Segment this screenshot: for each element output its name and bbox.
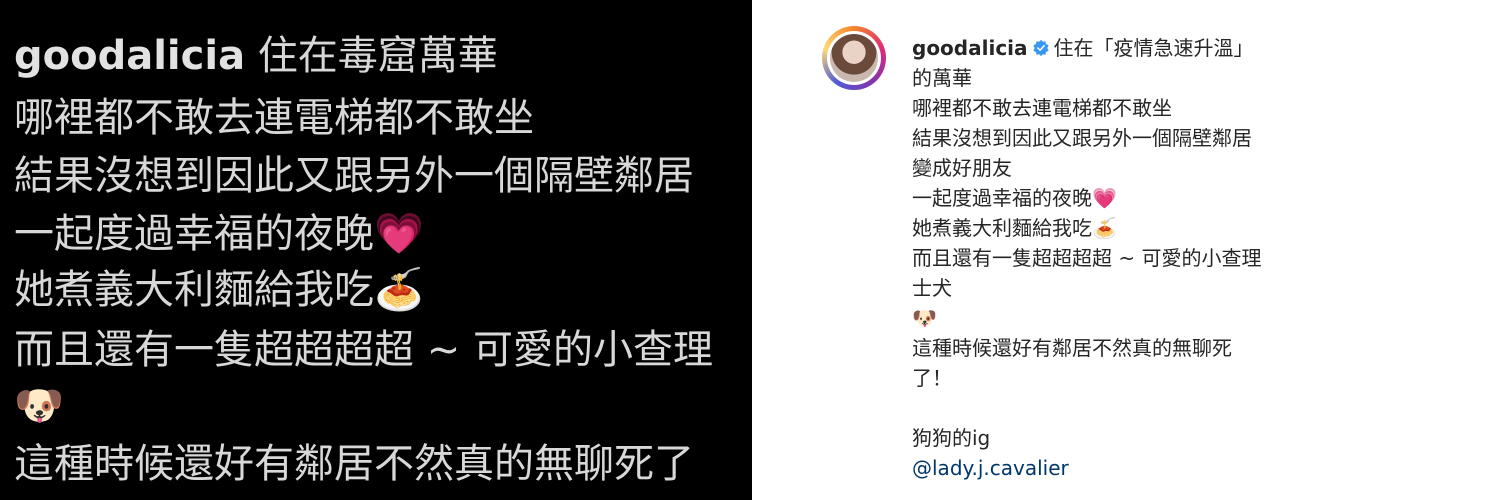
zoomed-caption-text: 住在毒窟萬華 bbox=[257, 33, 498, 79]
caption-row-10: 🐶 bbox=[912, 303, 1352, 333]
zoomed-caption-line-8: 這種時候還好有鄰居不然真的無聊死了 bbox=[14, 441, 694, 487]
caption-row-8: 而且還有一隻超超超超 ~ 可愛的小查理 bbox=[912, 246, 1262, 270]
zoomed-caption-line-6: 而且還有一隻超超超超 ~ 可愛的小查理 bbox=[14, 327, 713, 373]
zoomed-caption-line-1: goodalicia 住在毒窟萬華 bbox=[14, 32, 498, 80]
zoomed-caption-panel: goodalicia 住在毒窟萬華 哪裡都不敢去連電梯都不敢坐 結果沒想到因此又… bbox=[0, 0, 752, 500]
caption-line: 住在「疫情急速升溫」 bbox=[1053, 36, 1254, 60]
avatar[interactable] bbox=[822, 26, 886, 90]
avatar-frame bbox=[827, 31, 881, 85]
caption-text: goodalicia 住在「疫情急速升溫」 的萬華 哪裡都不敢去連電梯都不敢坐 結… bbox=[912, 33, 1352, 483]
heart-icon: 💗 bbox=[374, 211, 424, 257]
pasta-icon: 🍝 bbox=[1092, 216, 1117, 240]
caption-row-2: 的萬華 bbox=[912, 66, 972, 90]
caption-row-7: 她煮義大利麵給我吃🍝 bbox=[912, 213, 1352, 243]
dog-icon: 🐶 bbox=[912, 306, 937, 330]
caption-row-3: 哪裡都不敢去連電梯都不敢坐 bbox=[912, 96, 1172, 120]
dog-icon: 🐶 bbox=[14, 383, 64, 429]
caption-row-1: goodalicia 住在「疫情急速升溫」 bbox=[912, 33, 1352, 63]
verified-badge-icon bbox=[1032, 39, 1049, 57]
caption-row-4: 結果沒想到因此又跟另外一個隔壁鄰居 bbox=[912, 126, 1252, 150]
zoomed-caption-line-5: 她煮義大利麵給我吃🍝 bbox=[14, 266, 424, 314]
profile-photo bbox=[830, 34, 878, 82]
zoomed-caption-line-3: 結果沒想到因此又跟另外一個隔壁鄰居 bbox=[14, 153, 694, 199]
zoomed-caption-text: 一起度過幸福的夜晚 bbox=[14, 211, 374, 257]
zoomed-caption-line-7: 🐶 bbox=[14, 382, 64, 430]
caption-row-6: 一起度過幸福的夜晚💗 bbox=[912, 183, 1352, 213]
zoomed-username: goodalicia bbox=[14, 33, 246, 79]
caption-row-12: 了！ bbox=[912, 366, 952, 390]
caption-row-5: 變成好朋友 bbox=[912, 156, 1012, 180]
caption-row-14: 狗狗的ig bbox=[912, 426, 991, 450]
mention-link[interactable]: @lady.j.cavalier bbox=[912, 456, 1069, 480]
caption-line: 她煮義大利麵給我吃 bbox=[912, 216, 1092, 240]
instagram-post-caption: goodalicia 住在「疫情急速升溫」 的萬華 哪裡都不敢去連電梯都不敢坐 結… bbox=[752, 0, 1500, 500]
zoomed-caption-line-2: 哪裡都不敢去連電梯都不敢坐 bbox=[14, 95, 534, 141]
caption-row-11: 這種時候還好有鄰居不然真的無聊死 bbox=[912, 336, 1232, 360]
comparison-image: goodalicia 住在毒窟萬華 哪裡都不敢去連電梯都不敢坐 結果沒想到因此又… bbox=[0, 0, 1500, 500]
heart-icon: 💗 bbox=[1092, 186, 1117, 210]
pasta-icon: 🍝 bbox=[374, 267, 424, 313]
zoomed-caption-text: 她煮義大利麵給我吃 bbox=[14, 267, 374, 313]
caption-row-9: 士犬 bbox=[912, 276, 952, 300]
caption-row-15: @lady.j.cavalier bbox=[912, 453, 1352, 483]
caption-line: 一起度過幸福的夜晚 bbox=[912, 186, 1092, 210]
username-link[interactable]: goodalicia bbox=[912, 36, 1028, 60]
zoomed-caption-line-4: 一起度過幸福的夜晚💗 bbox=[14, 210, 424, 258]
